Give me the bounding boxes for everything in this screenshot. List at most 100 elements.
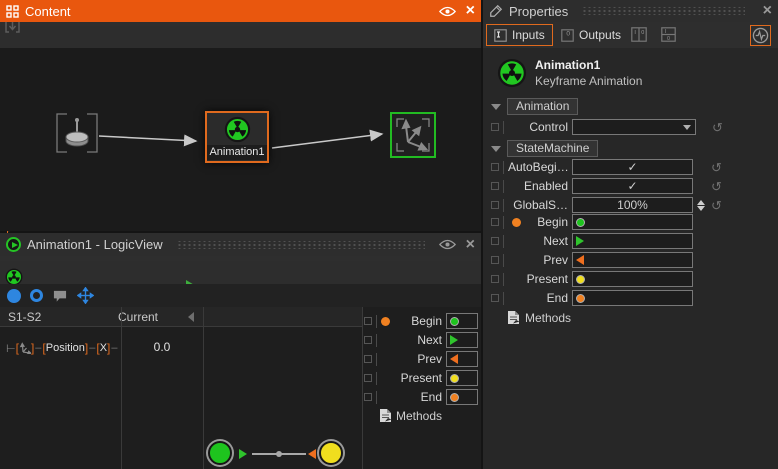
reset-icon[interactable]: ↺: [711, 161, 722, 174]
close-icon[interactable]: ×: [466, 3, 475, 19]
node-label: Animation1: [207, 145, 267, 160]
keyframe-target-node[interactable]: [390, 112, 436, 158]
row-checkbox[interactable]: [491, 123, 499, 131]
comment-icon[interactable]: [52, 289, 68, 303]
row-checkbox[interactable]: [491, 182, 499, 190]
track-row[interactable]: ⊢ [ ]– [Position]– [X]–: [6, 339, 119, 357]
value-field[interactable]: 100%: [572, 197, 693, 213]
ring-circle-icon[interactable]: [30, 289, 43, 302]
event-field[interactable]: [572, 214, 693, 230]
methods-link[interactable]: Methods: [507, 310, 571, 325]
tab-outputs[interactable]: 0 Outputs: [555, 24, 627, 46]
expander-icon[interactable]: [491, 104, 501, 110]
collapse-column-icon[interactable]: [188, 312, 194, 322]
event-field[interactable]: [572, 290, 693, 306]
event-field[interactable]: [446, 389, 478, 405]
value-field[interactable]: ✓: [572, 178, 693, 194]
axes-icon: [19, 342, 31, 354]
track-part-axis[interactable]: X: [100, 342, 107, 354]
state-s1[interactable]: [208, 441, 232, 465]
event-field[interactable]: [572, 233, 693, 249]
close-icon[interactable]: ×: [763, 3, 772, 19]
column-current[interactable]: Current: [113, 310, 188, 324]
row-present: Present: [491, 270, 771, 288]
logicview-titlebar[interactable]: Animation1 - LogicView ×: [0, 233, 481, 256]
properties-body: Animation1 Keyframe Animation Animation …: [483, 48, 778, 469]
reset-icon[interactable]: ↺: [711, 180, 722, 193]
transition-handle[interactable]: [276, 451, 282, 457]
close-icon[interactable]: ×: [466, 237, 475, 253]
spinner-control[interactable]: [697, 200, 705, 211]
state-s2[interactable]: [319, 441, 343, 465]
event-row-next: Next: [364, 331, 478, 349]
application-window: Content ×: [0, 0, 778, 469]
eye-icon[interactable]: [439, 6, 456, 17]
value-field[interactable]: ✓: [572, 159, 693, 175]
group-statemachine[interactable]: StateMachine: [491, 140, 598, 157]
move-icon[interactable]: [77, 287, 94, 304]
row-checkbox[interactable]: [491, 275, 499, 283]
forward-transition-icon[interactable]: [239, 449, 247, 459]
column-track[interactable]: S1-S2: [0, 310, 113, 324]
logicview-panel: Animation1 - LogicView × 3D Layer 1/Anim…: [0, 233, 481, 469]
event-field[interactable]: [446, 313, 478, 329]
animation-node[interactable]: Animation1: [205, 111, 269, 163]
eye-icon[interactable]: [439, 239, 456, 250]
row-checkbox[interactable]: [491, 201, 499, 209]
filled-circle-icon[interactable]: [7, 289, 21, 303]
pencil-icon: [489, 4, 503, 18]
logicview-viewbar: [0, 284, 481, 307]
row-checkbox[interactable]: [491, 294, 499, 302]
methods-link[interactable]: Methods: [379, 408, 442, 423]
event-field[interactable]: [446, 332, 478, 348]
group-animation[interactable]: Animation: [491, 98, 578, 115]
content-titlebar[interactable]: Content ×: [0, 0, 481, 22]
track-part-position[interactable]: Position: [46, 342, 85, 354]
svg-text:0: 0: [667, 36, 670, 42]
event-checkbox[interactable]: [364, 393, 372, 401]
reset-icon[interactable]: ↺: [711, 199, 722, 212]
panel-title: Properties: [509, 4, 568, 19]
svg-text:0: 0: [566, 30, 570, 37]
bound-indicator: [381, 317, 390, 326]
node-canvas[interactable]: Animation1: [0, 48, 481, 231]
event-field[interactable]: [446, 351, 478, 367]
control-dropdown[interactable]: [572, 119, 696, 135]
row-prev: Prev: [491, 251, 771, 269]
io-split-view-icon[interactable]: I0: [631, 27, 647, 42]
reset-icon[interactable]: ↺: [712, 121, 723, 134]
panel-title: Animation1 - LogicView: [27, 237, 163, 252]
event-checkbox[interactable]: [364, 336, 372, 344]
properties-titlebar[interactable]: Properties ×: [483, 0, 778, 22]
grid-icon: [6, 5, 19, 18]
panel-title: Content: [25, 4, 71, 19]
expander-icon[interactable]: [491, 146, 501, 152]
row-checkbox[interactable]: [491, 163, 499, 171]
event-row-end: End: [364, 388, 478, 406]
scene-object-node[interactable]: [55, 112, 99, 154]
row-end: End: [491, 289, 771, 307]
node-name: Animation1: [535, 58, 600, 72]
backward-transition-icon[interactable]: [308, 449, 316, 459]
play-state-icon: [6, 237, 21, 252]
bound-indicator: [512, 218, 521, 227]
row-checkbox[interactable]: [491, 256, 499, 264]
event-field[interactable]: [572, 271, 693, 287]
logicview-table: S1-S2 Current ⊢ [ ]– [Position]– [X]– 0.…: [0, 307, 481, 469]
event-checkbox[interactable]: [364, 317, 372, 325]
event-field[interactable]: [446, 370, 478, 386]
properties-panel: Properties × Inputs 0 Outputs I0 I0 Anim…: [483, 0, 778, 469]
inputs-icon: [494, 29, 507, 42]
signal-icon[interactable]: [750, 25, 771, 46]
event-checkbox[interactable]: [364, 374, 372, 382]
tab-inputs[interactable]: Inputs: [486, 24, 553, 46]
event-row-present: Present: [364, 369, 478, 387]
content-panel: Content ×: [0, 0, 481, 231]
row-checkbox[interactable]: [491, 218, 499, 226]
table-header[interactable]: S1-S2 Current: [0, 307, 362, 327]
row-checkbox[interactable]: [491, 237, 499, 245]
current-value[interactable]: 0.0: [121, 340, 203, 354]
io-stacked-view-icon[interactable]: I0: [661, 27, 676, 42]
event-field[interactable]: [572, 252, 693, 268]
event-checkbox[interactable]: [364, 355, 372, 363]
